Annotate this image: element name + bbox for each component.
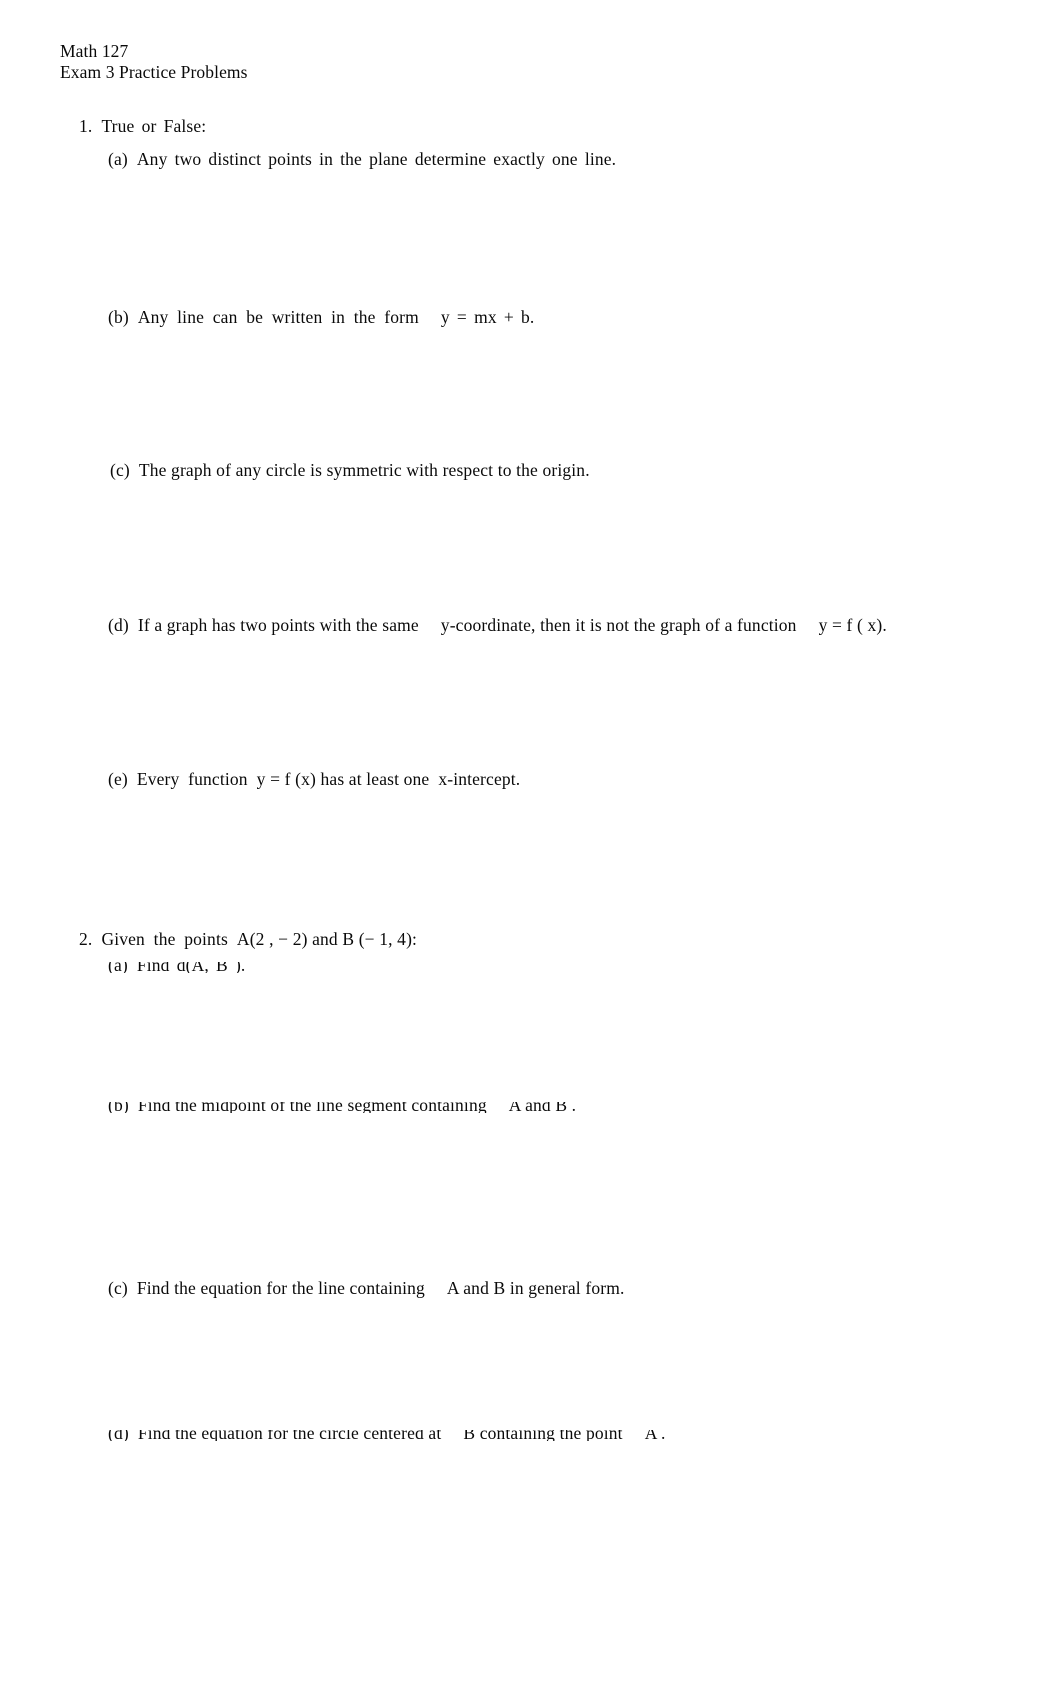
document-header: Math 127 Exam 3 Practice Problems	[60, 41, 248, 82]
item-label-1e: (e)	[108, 769, 128, 789]
item-math-1e-mid: y = f (x) has at least one	[256, 769, 430, 789]
item-text-2b-wrapper: (b) Find the midpoint of the line segment…	[108, 1102, 576, 1113]
problem-2-prompt-math: A(2 , − 2) and B (− 1, 4):	[236, 929, 418, 949]
problem-2-number: 2.	[79, 929, 93, 949]
item-math-1d-end: y = f ( x).	[818, 615, 887, 635]
item-math-2d-end: A .	[644, 1430, 666, 1441]
item-text-2c: Find the equation for the line containin…	[136, 1278, 425, 1298]
problem-2-prompt: Given the points	[101, 929, 228, 949]
document-page: Math 127 Exam 3 Practice Problems 1. True…	[0, 0, 1062, 1691]
problem-2-number-and-prompt: 2. Given the points A(2 , − 2) and B (− 1,…	[79, 928, 417, 950]
item-text-1b: Any line can be written in the form	[137, 307, 419, 327]
problem-1-number: 1.	[79, 116, 93, 136]
item-text-2b: Find the midpoint of the line segment co…	[137, 1102, 487, 1113]
item-label-1b: (b)	[108, 307, 129, 327]
problem-2-item-a: (a) Find d(A, B ).	[108, 962, 528, 973]
item-label-1d: (d)	[108, 615, 129, 635]
item-math-1e-end: x-intercept.	[438, 769, 521, 789]
item-text-2d: Find the equation for the circle centere…	[137, 1430, 442, 1441]
item-math-1d-mid: y-coordinate, then it is not the graph o…	[440, 615, 797, 635]
item-label-1c: (c)	[110, 460, 130, 480]
problem-1-item-d: (d) If a graph has two points with the sa…	[108, 614, 887, 636]
header-course: Math 127	[60, 41, 129, 61]
item-text-1a: Any two distinct points in the plane det…	[136, 149, 617, 169]
item-text-2a: Find d(A, B ).	[136, 962, 246, 973]
item-math-2c: A and B in general form.	[446, 1278, 625, 1298]
problem-1-item-e: (e) Every function y = f (x) has at least …	[108, 768, 520, 790]
item-label-2d: (d)	[108, 1430, 129, 1441]
item-text-1d: If a graph has two points with the same	[137, 615, 419, 635]
problem-1-number-and-prompt: 1. True or False:	[79, 115, 206, 137]
problem-1-item-a: (a) Any two distinct points in the plane …	[108, 148, 616, 170]
item-math-2d: B containing the point	[463, 1430, 623, 1441]
header-title: Exam 3 Practice Problems	[60, 61, 248, 82]
item-text-2d-wrapper: (d) Find the equation for the circle cent…	[108, 1430, 666, 1441]
item-text-2a-wrapper: (a) Find d(A, B ).	[108, 962, 245, 973]
item-text-1c: The graph of any circle is symmetric wit…	[138, 460, 590, 480]
problem-1-prompt: True or False:	[101, 116, 207, 136]
item-label-2b: (b)	[108, 1102, 129, 1113]
item-label-2a: (a)	[108, 962, 128, 973]
item-label-1a: (a)	[108, 149, 128, 169]
problem-1-item-c: (c) The graph of any circle is symmetric …	[110, 459, 590, 481]
problem-1-item-b: (b) Any line can be written in the form y …	[108, 306, 534, 328]
item-label-2c: (c)	[108, 1278, 128, 1298]
item-math-2b: A and B .	[508, 1102, 577, 1113]
item-math-1b: y = mx + b.	[440, 307, 535, 327]
problem-2-item-d: (d) Find the equation for the circle cent…	[108, 1430, 748, 1441]
problem-2-item-c: (c) Find the equation for the line contai…	[108, 1277, 625, 1299]
item-text-1e: Every function	[136, 769, 248, 789]
problem-2-item-b: (b) Find the midpoint of the line segment…	[108, 1102, 708, 1113]
